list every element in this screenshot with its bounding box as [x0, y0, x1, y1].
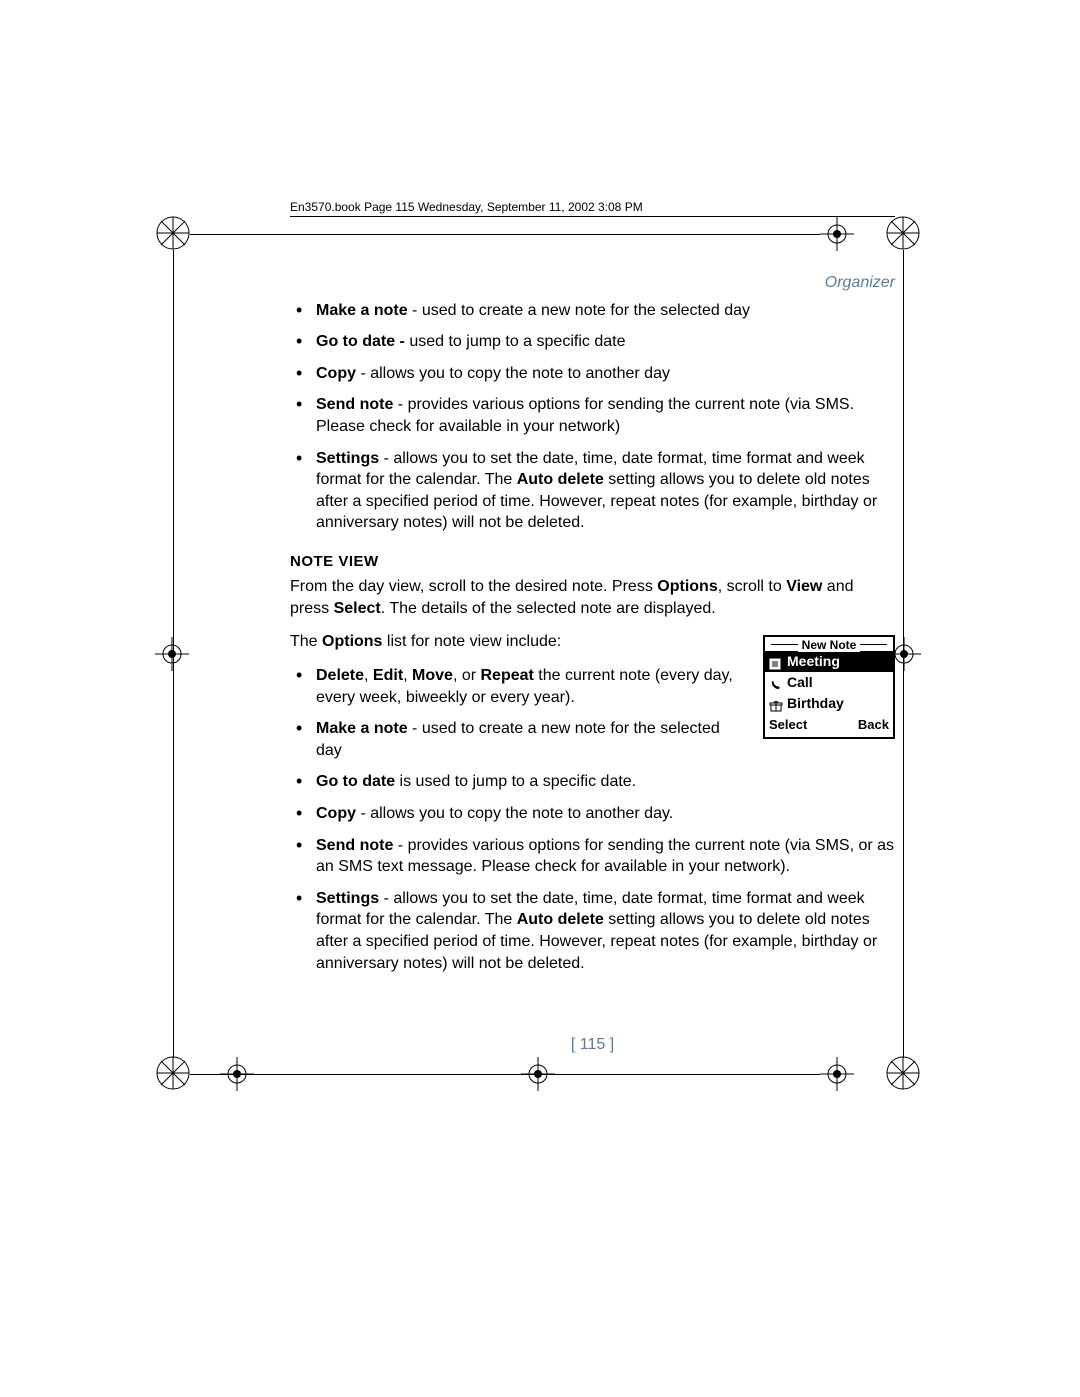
- options-list-2a: Delete, Edit, Move, or Repeat the curren…: [290, 665, 745, 761]
- term: Settings: [316, 890, 379, 907]
- term: Copy: [316, 805, 356, 822]
- text: The: [290, 633, 322, 650]
- term: Make a note: [316, 302, 408, 319]
- list-item: Copy - allows you to copy the note to an…: [290, 803, 895, 825]
- note-view-heading: NOTE VIEW: [290, 552, 895, 572]
- crosshair-icon: [820, 1057, 854, 1091]
- term: Copy: [316, 365, 356, 382]
- desc: used to jump to a specific date: [405, 333, 626, 350]
- term: Auto delete: [517, 471, 604, 488]
- text: ,: [403, 667, 412, 684]
- list-item: Send note - provides various options for…: [290, 835, 895, 878]
- term: Send note: [316, 396, 393, 413]
- term: Repeat: [481, 667, 534, 684]
- phone-menu-label: Call: [787, 673, 813, 692]
- text: . The details of the selected note are d…: [381, 600, 716, 617]
- note-icon: [769, 656, 783, 668]
- section-label: Organizer: [290, 272, 895, 294]
- phone-icon: [769, 677, 783, 689]
- term: Move: [412, 667, 453, 684]
- phone-menu-item-selected: Meeting: [765, 651, 893, 672]
- phone-menu-label: Meeting: [787, 652, 840, 671]
- phone-menu-item: Call: [765, 672, 893, 693]
- term: Send note: [316, 837, 393, 854]
- desc: - allows you to copy the note to another…: [356, 805, 673, 822]
- term: View: [786, 578, 822, 595]
- text: From the day view, scroll to the desired…: [290, 578, 657, 595]
- desc: - allows you to copy the note to another…: [356, 365, 670, 382]
- options-lead: The Options list for note view include:: [290, 631, 745, 653]
- list-item: Copy - allows you to copy the note to an…: [290, 363, 895, 385]
- term: Options: [322, 633, 382, 650]
- gift-icon: [769, 698, 783, 710]
- list-item: Go to date is used to jump to a specific…: [290, 771, 895, 793]
- softkey-left: Select: [769, 716, 807, 734]
- list-item: Send note - provides various options for…: [290, 394, 895, 437]
- list-item: Delete, Edit, Move, or Repeat the curren…: [290, 665, 745, 708]
- term: Options: [657, 578, 717, 595]
- phone-title: New Note: [765, 637, 893, 651]
- list-item: Make a note - used to create a new note …: [290, 300, 895, 322]
- register-orb-icon: [885, 1055, 921, 1091]
- text: , or: [453, 667, 481, 684]
- text: list for note view include:: [382, 633, 561, 650]
- text: , scroll to: [718, 578, 786, 595]
- text: ,: [364, 667, 373, 684]
- desc: - provides various options for sending t…: [316, 837, 894, 876]
- term: Go to date: [316, 773, 395, 790]
- options-list-2b: Go to date is used to jump to a specific…: [290, 771, 895, 974]
- softkey-right: Back: [858, 716, 889, 734]
- term: Edit: [373, 667, 403, 684]
- options-list-1: Make a note - used to create a new note …: [290, 300, 895, 534]
- list-item: Settings - allows you to set the date, t…: [290, 448, 895, 534]
- desc: is used to jump to a specific date.: [395, 773, 636, 790]
- page-number: [ 115 ]: [290, 1034, 895, 1056]
- phone-menu-label: Birthday: [787, 694, 844, 713]
- term: Make a note: [316, 720, 408, 737]
- desc: - provides various options for sending t…: [316, 396, 854, 435]
- term: Settings: [316, 450, 379, 467]
- running-header: En3570.book Page 115 Wednesday, Septembe…: [290, 200, 895, 217]
- desc: - used to create a new note for the sele…: [408, 302, 750, 319]
- list-item: Make a note - used to create a new note …: [290, 718, 745, 761]
- note-view-intro: From the day view, scroll to the desired…: [290, 576, 895, 619]
- term: Go to date -: [316, 333, 405, 350]
- phone-menu-item: Birthday: [765, 693, 893, 714]
- term: Delete: [316, 667, 364, 684]
- crop-line: [190, 1074, 820, 1075]
- register-orb-icon: [155, 1055, 191, 1091]
- list-item: Go to date - used to jump to a specific …: [290, 331, 895, 353]
- list-item: Settings - allows you to set the date, t…: [290, 888, 895, 974]
- term: Select: [334, 600, 381, 617]
- term: Auto delete: [517, 911, 604, 928]
- phone-screenshot: New Note Meeting Call: [763, 635, 895, 738]
